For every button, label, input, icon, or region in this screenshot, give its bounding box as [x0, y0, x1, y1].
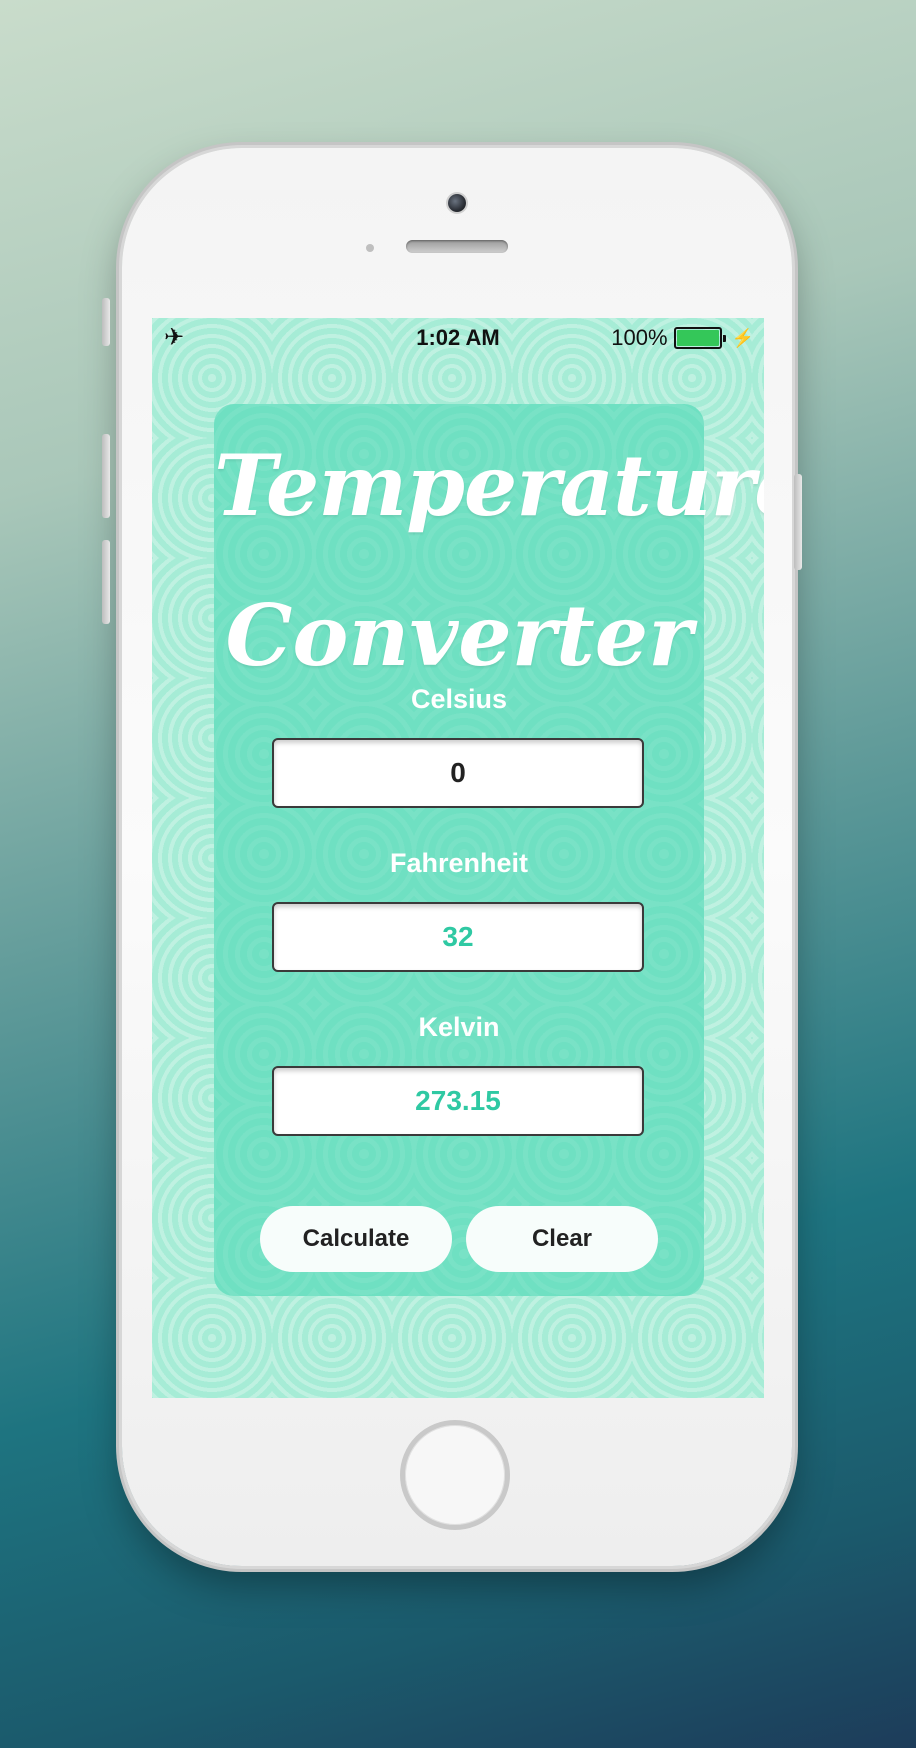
mute-switch: [102, 298, 110, 346]
power-button: [794, 474, 802, 570]
celsius-input[interactable]: 0: [272, 738, 644, 808]
status-time: 1:02 AM: [416, 325, 500, 350]
home-button[interactable]: [400, 1420, 510, 1530]
battery-fill: [676, 330, 719, 346]
kelvin-label: Kelvin: [418, 1012, 500, 1042]
converter-card: Temperature Converter Celsius 0 Fahrenhe…: [214, 404, 764, 1296]
clear-button[interactable]: Clear: [466, 1206, 658, 1272]
app-title-line2: Converter: [225, 586, 693, 685]
volume-up-button: [102, 434, 110, 518]
app-title-line1: Temperature: [214, 436, 764, 535]
status-bar: ✈ 1:02 AM 100% ⚡: [152, 318, 764, 358]
kelvin-field[interactable]: 273.15: [272, 1066, 644, 1136]
earpiece-speaker: [406, 240, 508, 253]
fahrenheit-field[interactable]: 32: [272, 902, 644, 972]
calculate-button[interactable]: Calculate: [260, 1206, 452, 1272]
proximity-sensor: [366, 244, 374, 252]
front-camera: [448, 194, 466, 212]
celsius-label: Celsius: [410, 684, 508, 714]
battery-icon: [673, 327, 722, 349]
fahrenheit-label: Fahrenheit: [389, 848, 529, 878]
volume-down-button: [102, 540, 110, 624]
app-screen: ✈ 1:02 AM 100% ⚡ Temperature Converter C…: [152, 318, 764, 1398]
